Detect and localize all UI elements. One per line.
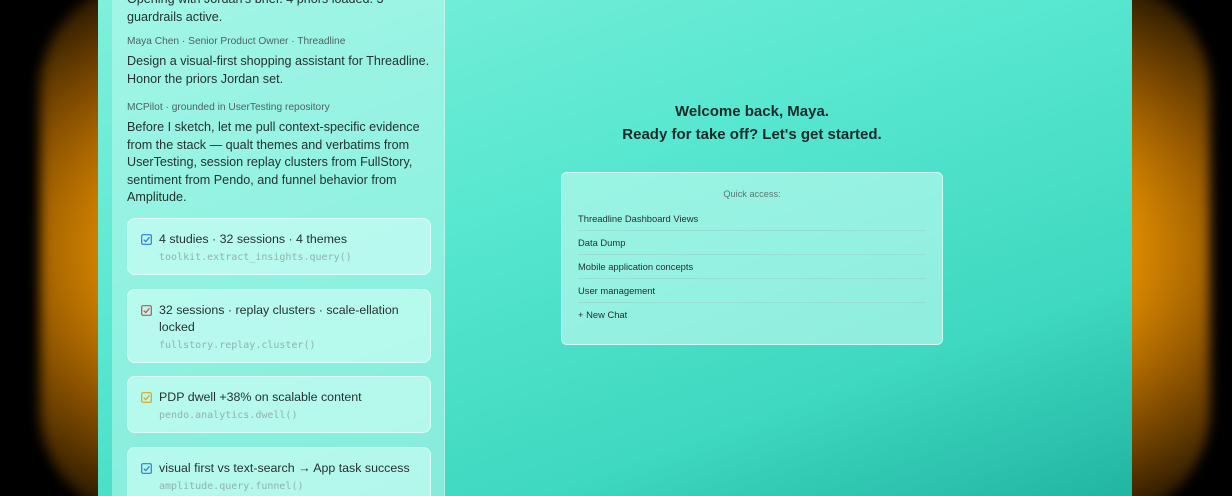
chat-panel: Opening with Jordan's brief. 4 priors lo… (112, 0, 445, 496)
app-window: Opening with Jordan's brief. 4 priors lo… (98, 0, 1132, 496)
quick-access-item[interactable]: Threadline Dashboard Views (578, 207, 926, 231)
tool-call-code: fullstory.replay.cluster() (159, 340, 316, 351)
quick-access-header: Quick access: (723, 189, 781, 199)
welcome-subline: Ready for take off? Let's get started. (622, 126, 882, 143)
tool-call-card[interactable]: 32 sessions · replay clusters · scale-el… (127, 289, 431, 363)
quick-access-panel: Quick access: Threadline Dashboard Views… (561, 172, 943, 345)
quick-access-item[interactable]: Data Dump (578, 231, 926, 255)
quick-access-item[interactable]: User management (578, 279, 926, 303)
user-message-text: Design a visual-first shopping assistant… (127, 54, 430, 86)
check-square-icon (141, 234, 152, 245)
tool-call-code: toolkit.extract_insights.query() (159, 252, 352, 263)
new-chat-button[interactable]: + New Chat (578, 303, 926, 327)
tool-call-title: PDP dwell +38% on scalable content (159, 390, 362, 404)
user-message: Maya Chen · Senior Product Owner · Threa… (127, 36, 432, 88)
tool-call-code: amplitude.query.funnel() (159, 481, 304, 492)
check-square-icon (141, 392, 152, 403)
welcome-line: Welcome back, Maya. (675, 103, 829, 120)
tool-call-title: 32 sessions · replay clusters · scale-el… (159, 303, 399, 334)
tool-call-code: pendo.analytics.dwell() (159, 410, 298, 421)
assistant-message-meta: MCPilot · grounded in UserTesting reposi… (127, 102, 330, 113)
check-square-icon (141, 463, 152, 474)
assistant-message-text: Before I sketch, let me pull context-spe… (127, 120, 420, 204)
tool-call-title: 4 studies · 32 sessions · 4 themes (159, 232, 348, 246)
quick-access-item[interactable]: Mobile application concepts (578, 255, 926, 279)
check-square-icon (141, 305, 152, 316)
welcome-heading: Welcome back, Maya. Ready for take off? … (558, 100, 946, 146)
tool-call-card[interactable]: 4 studies · 32 sessions · 4 themes toolk… (127, 218, 431, 275)
opening-message: Opening with Jordan's brief. 4 priors lo… (127, 0, 384, 24)
assistant-message: MCPilot · grounded in UserTesting reposi… (127, 102, 432, 207)
tool-call-title: visual first vs text-search → App task s… (159, 461, 410, 475)
tool-call-card[interactable]: visual first vs text-search → App task s… (127, 447, 431, 496)
user-message-meta: Maya Chen · Senior Product Owner · Threa… (127, 36, 346, 47)
tool-call-card[interactable]: PDP dwell +38% on scalable content pendo… (127, 376, 431, 433)
